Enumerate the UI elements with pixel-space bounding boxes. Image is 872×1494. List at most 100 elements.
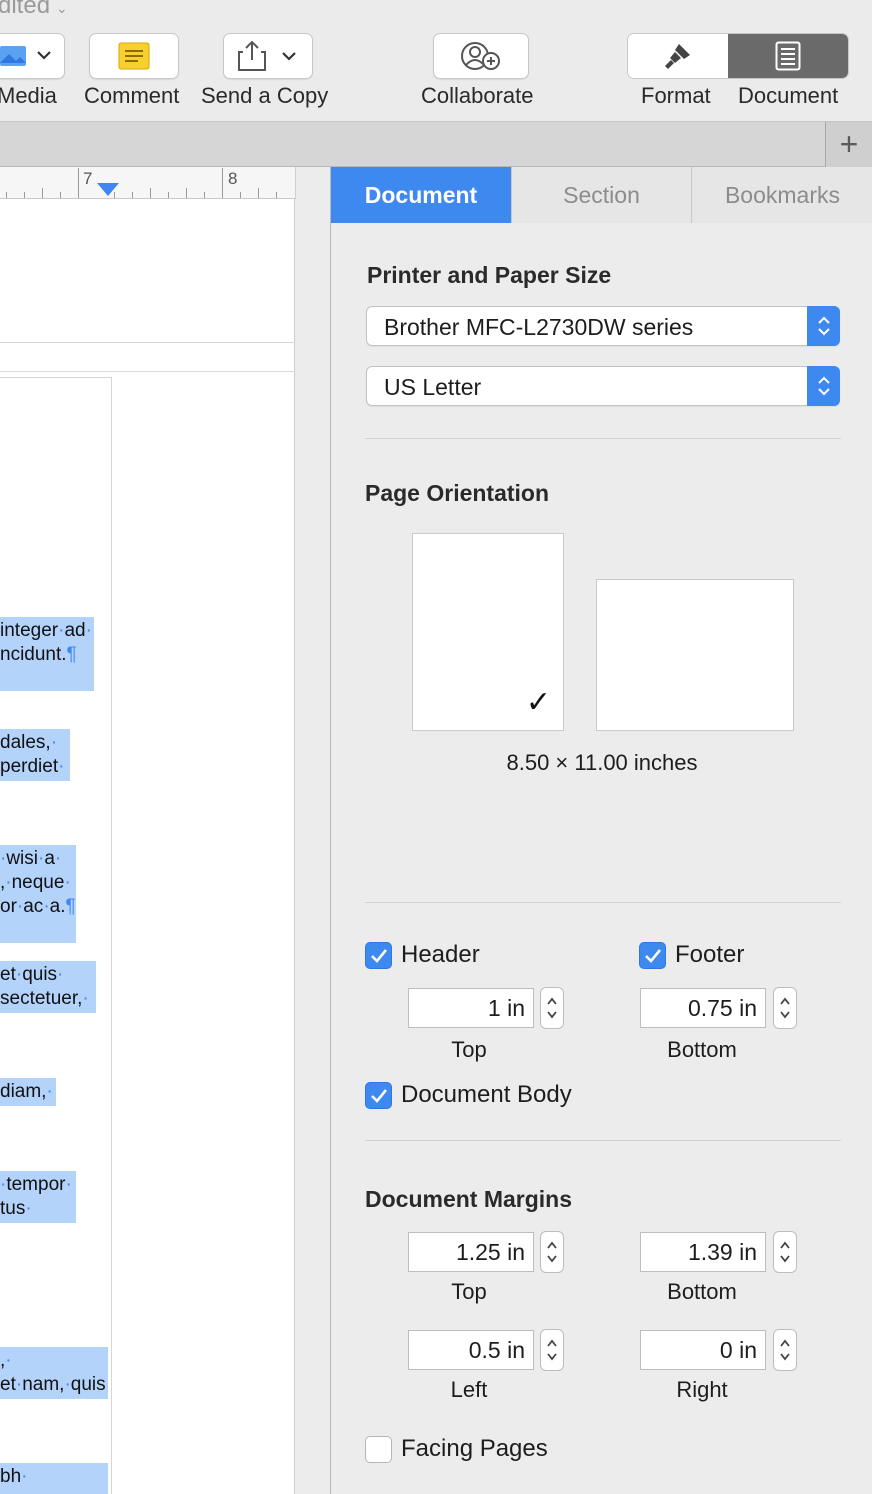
margin-right-field[interactable]: 0 in bbox=[640, 1330, 766, 1370]
media-button[interactable] bbox=[0, 33, 65, 79]
document-text-line[interactable]: integer·ad· bbox=[0, 620, 92, 642]
comment-button[interactable] bbox=[89, 33, 179, 79]
margin-bottom-field[interactable]: 1.39 in bbox=[640, 1232, 766, 1272]
ruler-tick bbox=[42, 188, 43, 198]
add-tab-button[interactable]: + bbox=[825, 122, 872, 167]
margin-bottom-stepper[interactable] bbox=[773, 1231, 797, 1273]
ruler-tick bbox=[258, 188, 259, 198]
checkmark-icon bbox=[370, 1088, 387, 1103]
ruler-tick bbox=[150, 188, 151, 198]
tab-document[interactable]: Document bbox=[331, 167, 512, 223]
document-page[interactable]: integer·ad· ncidunt.¶ dales,· perdiet· ·… bbox=[0, 199, 295, 1494]
collaborate-button[interactable] bbox=[433, 33, 529, 79]
document-text-line[interactable]: ·wisi·a· bbox=[0, 848, 61, 870]
ruler-tick bbox=[222, 168, 223, 198]
document-text-line[interactable]: ,·neque· bbox=[0, 872, 71, 894]
header-label[interactable]: Header bbox=[401, 941, 480, 969]
header-top-stepper[interactable] bbox=[540, 987, 564, 1029]
document-text-line[interactable]: sectetuer,· bbox=[0, 988, 89, 1010]
tab-section[interactable]: Section bbox=[512, 167, 692, 223]
printer-select-value: Brother MFC-L2730DW series bbox=[384, 314, 694, 340]
share-icon bbox=[238, 40, 296, 71]
document-body-label[interactable]: Document Body bbox=[401, 1081, 572, 1109]
divider bbox=[365, 1140, 841, 1141]
format-button[interactable] bbox=[628, 34, 728, 78]
margin-right-caption: Right bbox=[676, 1377, 728, 1402]
ruler-tick bbox=[204, 192, 205, 198]
footer-label[interactable]: Footer bbox=[675, 941, 744, 969]
margin-left-stepper[interactable] bbox=[540, 1329, 564, 1371]
document-text-line[interactable]: or·ac·a.¶ bbox=[0, 896, 76, 918]
margin-bottom-caption: Bottom bbox=[667, 1279, 737, 1304]
margin-right-stepper[interactable] bbox=[773, 1329, 797, 1371]
inspector-segmented-control bbox=[627, 33, 849, 79]
stepper-icon bbox=[547, 1241, 557, 1263]
document-canvas[interactable]: 7 8 integer·ad· ncidunt.¶ dales,· perdie… bbox=[0, 167, 330, 1494]
plus-icon: + bbox=[839, 126, 859, 162]
send-copy-label: Send a Copy bbox=[201, 83, 329, 108]
document-text-line[interactable]: tus· bbox=[0, 1198, 32, 1220]
updown-chevron-icon bbox=[807, 366, 840, 406]
landscape-orientation-option[interactable] bbox=[596, 579, 794, 731]
ruler-tick bbox=[276, 192, 277, 198]
footer-bottom-field[interactable]: 0.75 in bbox=[640, 988, 766, 1028]
document-text-line[interactable]: bh· bbox=[0, 1466, 27, 1488]
document-label: Document bbox=[738, 83, 839, 108]
checkmark-icon: ✓ bbox=[525, 686, 551, 719]
paper-size-value: US Letter bbox=[384, 374, 482, 400]
format-label: Format bbox=[641, 83, 711, 108]
document-button[interactable] bbox=[728, 34, 848, 78]
divider bbox=[365, 438, 841, 439]
checkmark-icon bbox=[644, 948, 661, 963]
margin-top-field[interactable]: 1.25 in bbox=[408, 1232, 534, 1272]
facing-pages-label[interactable]: Facing Pages bbox=[401, 1435, 548, 1463]
footer-bottom-stepper[interactable] bbox=[773, 987, 797, 1029]
margin-left-field[interactable]: 0.5 in bbox=[408, 1330, 534, 1370]
footer-checkbox[interactable] bbox=[639, 942, 666, 969]
ruler[interactable]: 7 8 bbox=[0, 167, 295, 199]
orientation-section-title: Page Orientation bbox=[365, 480, 550, 506]
title-chevron-icon[interactable]: ⌄ bbox=[56, 0, 68, 16]
collaborate-label: Collaborate bbox=[421, 83, 534, 108]
tab-bookmarks[interactable]: Bookmarks bbox=[692, 167, 872, 223]
portrait-orientation-option[interactable]: ✓ bbox=[412, 533, 564, 731]
document-text-line[interactable]: et·nam,·quis bbox=[0, 1374, 106, 1396]
printer-select[interactable]: Brother MFC-L2730DW series bbox=[366, 306, 840, 346]
document-text-line[interactable]: ,· bbox=[0, 1350, 12, 1372]
header-region[interactable] bbox=[0, 342, 295, 372]
document-text-line[interactable]: ncidunt.¶ bbox=[0, 644, 77, 666]
document-text-line[interactable]: et·quis· bbox=[0, 964, 63, 986]
ruler-tick bbox=[24, 192, 25, 198]
facing-pages-checkbox[interactable] bbox=[365, 1436, 392, 1463]
stepper-icon bbox=[547, 1339, 557, 1361]
comment-icon bbox=[118, 42, 150, 70]
ruler-tick bbox=[78, 168, 79, 198]
collaborate-icon bbox=[461, 42, 500, 70]
document-text-line[interactable]: dales,· bbox=[0, 732, 57, 754]
inspector-tabs: Document Section Bookmarks bbox=[331, 167, 872, 223]
printer-section-title: Printer and Paper Size bbox=[367, 262, 612, 288]
header-top-field[interactable]: 1 in bbox=[408, 988, 534, 1028]
media-label: Media bbox=[0, 83, 57, 108]
stepper-icon bbox=[780, 997, 790, 1019]
toolbar: dited ⌄ Media Comment Send a Copy Collab… bbox=[0, 0, 872, 122]
ruler-number: 7 bbox=[83, 169, 93, 188]
document-text-line[interactable]: ·tempor· bbox=[0, 1174, 72, 1196]
send-copy-button[interactable] bbox=[223, 33, 313, 79]
margin-top-stepper[interactable] bbox=[540, 1231, 564, 1273]
divider bbox=[365, 902, 841, 903]
margin-left-caption: Left bbox=[450, 1377, 488, 1402]
paper-size-select[interactable]: US Letter bbox=[366, 366, 840, 406]
margin-top-caption: Top bbox=[451, 1279, 487, 1304]
stepper-icon bbox=[547, 997, 557, 1019]
document-text-line[interactable]: diam,· bbox=[0, 1081, 53, 1103]
document-inspector: Document Section Bookmarks Printer and P… bbox=[330, 167, 872, 1494]
comment-label: Comment bbox=[84, 83, 180, 108]
page-dimensions: 8.50 × 11.00 inches bbox=[506, 750, 698, 775]
header-checkbox[interactable] bbox=[365, 942, 392, 969]
stepper-icon bbox=[780, 1241, 790, 1263]
document-body-checkbox[interactable] bbox=[365, 1082, 392, 1109]
tab-stop-marker-icon[interactable] bbox=[97, 183, 119, 196]
document-text-line[interactable]: perdiet· bbox=[0, 756, 64, 778]
document-icon bbox=[775, 41, 801, 71]
